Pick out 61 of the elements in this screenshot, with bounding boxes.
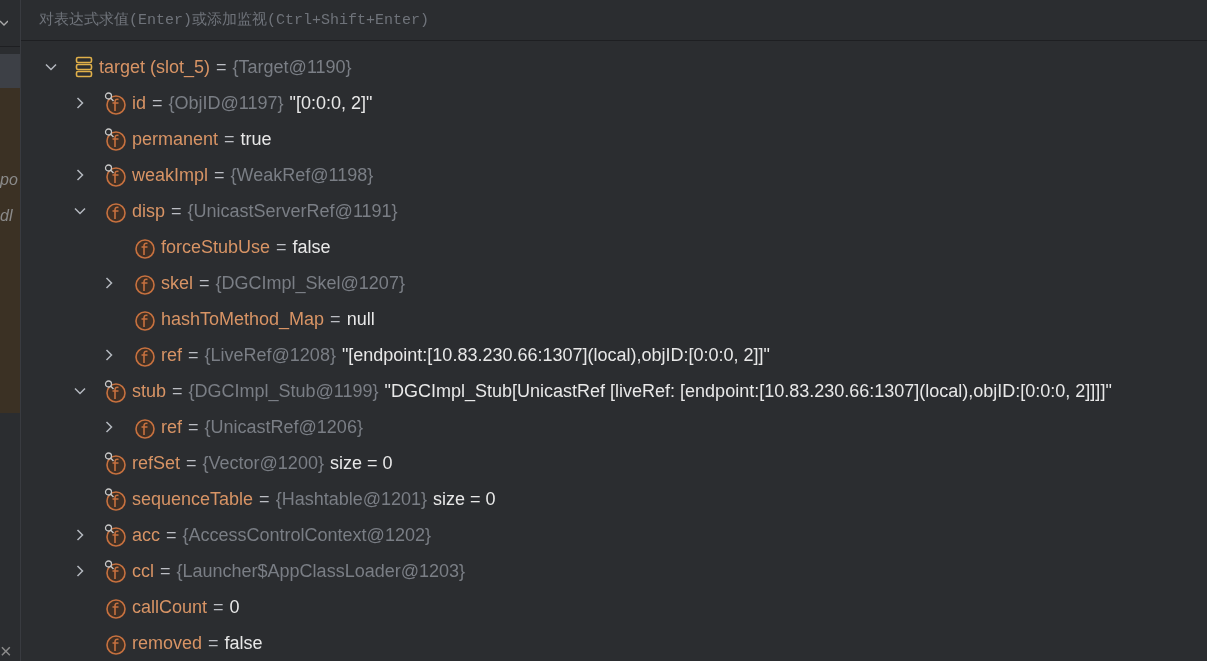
variable-value: null (346, 307, 375, 331)
variable-value: false (292, 235, 331, 259)
variable-name: ccl (132, 559, 154, 583)
equals-sign: = (276, 235, 287, 259)
variable-name: disp (132, 199, 166, 223)
variable-name: sequenceTable (132, 487, 254, 511)
variable-name: forceStubUse (161, 235, 271, 259)
variable-value: size = 0 (433, 487, 496, 511)
variable-name: hashToMethod_Map (161, 307, 325, 332)
variable-value: size = 0 (329, 451, 393, 475)
variable-name: permanent (132, 127, 219, 151)
variable-name: id (132, 91, 146, 115)
equals-sign: = (330, 307, 341, 331)
variable-name: skel (161, 271, 193, 295)
object-type: {AccessControlContext@1202} (182, 523, 431, 547)
equals-sign: = (172, 379, 183, 403)
variable-value: 0 (229, 595, 240, 619)
equals-sign: = (186, 451, 197, 475)
equals-sign: = (171, 199, 182, 223)
equals-sign: = (259, 487, 270, 511)
variable-value: "[endpoint:[10.83.230.66:1307](local),objID:[0:0:0, 2]]" (341, 343, 770, 367)
object-type: {UnicastServerRef@1191} (187, 199, 398, 223)
equals-sign: = (216, 55, 227, 79)
object-type: {DGCImpl_Skel@1207} (215, 271, 405, 296)
equals-sign: = (188, 415, 199, 439)
variable-name: ref (161, 415, 182, 439)
variable-name: acc (132, 523, 160, 547)
variable-name: ref (161, 343, 182, 367)
object-type: {Launcher$AppClassLoader@1203} (176, 559, 465, 583)
object-type: {DGCImpl_Stub@1199} (188, 379, 379, 404)
equals-sign: = (188, 343, 199, 367)
equals-sign: = (214, 163, 225, 187)
variable-name: callCount (132, 595, 208, 619)
variable-name: removed (132, 631, 203, 655)
equals-sign: = (213, 595, 224, 619)
object-type: {Hashtable@1201} (275, 487, 428, 511)
equals-sign: = (152, 91, 163, 115)
equals-sign: = (160, 559, 171, 583)
equals-sign: = (224, 127, 235, 151)
variable-value: true (240, 127, 272, 151)
equals-sign: = (199, 271, 210, 295)
equals-sign: = (208, 631, 219, 655)
object-type: {ObjID@1197} (168, 91, 284, 115)
variable-value: "DGCImpl_Stub[UnicastRef [liveRef: [endpoint:[10.83.230.66:1307](local),objID:[0:0:0, 2]]]]" (384, 379, 1112, 404)
variable-icon (75, 56, 93, 78)
variable-value: false (224, 631, 263, 655)
object-type: {LiveRef@1208} (204, 343, 336, 367)
dropdown-icon[interactable] (0, 19, 8, 27)
close-icon[interactable]: × (0, 641, 20, 661)
object-type: {UnicastRef@1206} (204, 415, 363, 439)
variable-name: refSet (132, 451, 181, 475)
variable-name: stub (132, 379, 167, 403)
object-type: {WeakRef@1198} (230, 163, 374, 187)
object-type: {Target@1190} (232, 55, 352, 79)
code-text: po (0, 170, 18, 190)
object-type: {Vector@1200} (202, 451, 324, 475)
variable-name: target (slot_5) (99, 55, 211, 80)
equals-sign: = (166, 523, 177, 547)
variable-name: weakImpl (132, 163, 209, 187)
code-text: dl (0, 206, 13, 226)
variable-value: "[0:0:0, 2]" (289, 91, 373, 115)
